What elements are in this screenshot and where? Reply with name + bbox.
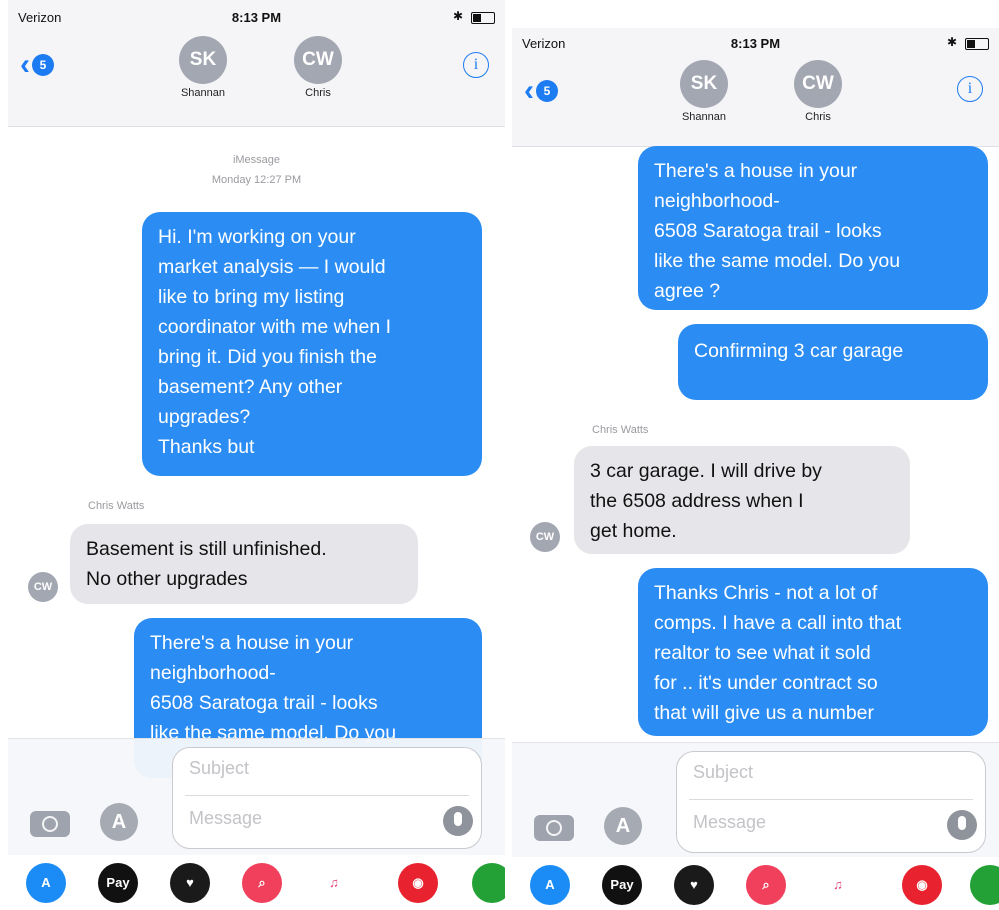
- composer-bar: A Subject Message: [512, 742, 999, 857]
- app-drawer: A Pay ♥ ⌕ ♫ ◉: [512, 857, 999, 910]
- conversation-panel-right: Verizon 8:13 PM ✱ ‹ 5 SK Shannan CW Chri…: [512, 0, 999, 910]
- digital-touch-icon[interactable]: ♥: [170, 863, 210, 903]
- message-text: Hi. I'm working on your market analysis …: [158, 226, 392, 458]
- info-icon[interactable]: i: [463, 52, 489, 78]
- avatar: CW: [294, 36, 342, 84]
- message-input[interactable]: Subject Message: [172, 747, 482, 849]
- app-store-icon[interactable]: A: [530, 865, 570, 905]
- camera-icon[interactable]: [30, 811, 70, 837]
- back-button[interactable]: ‹ 5: [20, 50, 54, 80]
- outgoing-message-bubble[interactable]: Confirming 3 car garage: [678, 324, 988, 400]
- info-icon[interactable]: i: [957, 76, 983, 102]
- images-search-icon[interactable]: ⌕: [746, 865, 786, 905]
- extra-app-icon[interactable]: [970, 865, 999, 905]
- clock-label: 8:13 PM: [730, 36, 781, 51]
- conversation-panel-left: Verizon 8:13 PM ✱ ‹ 5 SK Shannan CW Chri…: [8, 0, 505, 910]
- message-text: 3 car garage. I will drive by the 6508 a…: [590, 460, 822, 542]
- contact-shannan[interactable]: SK Shannan: [163, 36, 243, 99]
- composer-bar: A Subject Message: [8, 738, 505, 855]
- camera-icon[interactable]: [534, 815, 574, 841]
- message-text: There's a house in your neighborhood- 65…: [654, 160, 901, 302]
- incoming-message-bubble[interactable]: Basement is still unfinished. No other u…: [70, 524, 418, 604]
- service-label: iMessage: [232, 154, 281, 166]
- subject-field[interactable]: Subject: [189, 758, 249, 779]
- contact-chris[interactable]: CW Chris: [778, 60, 858, 123]
- battery-icon: [965, 38, 989, 50]
- music-icon[interactable]: ♫: [314, 863, 354, 903]
- navigation-bar: Verizon 8:13 PM ✱ ‹ 5 SK Shannan CW Chri…: [512, 28, 999, 147]
- status-bar: Verizon 8:13 PM ✱: [8, 6, 505, 30]
- unread-badge: 5: [32, 54, 54, 76]
- digital-touch-icon[interactable]: ♥: [674, 865, 714, 905]
- chevron-left-icon: ‹: [524, 74, 534, 107]
- app-store-icon[interactable]: A: [26, 863, 66, 903]
- navigation-bar: Verizon 8:13 PM ✱ ‹ 5 SK Shannan CW Chri…: [8, 0, 505, 127]
- message-field[interactable]: Message: [189, 808, 262, 829]
- extra-app-icon[interactable]: [472, 863, 505, 903]
- back-button[interactable]: ‹ 5: [524, 76, 558, 106]
- divider: [689, 799, 973, 800]
- sender-name: Chris Watts: [592, 424, 649, 436]
- app-store-button[interactable]: A: [604, 807, 642, 845]
- message-text: There's a house in your neighborhood- 65…: [150, 632, 397, 744]
- incoming-message-bubble[interactable]: 3 car garage. I will drive by the 6508 a…: [574, 446, 910, 554]
- contact-name: Chris: [805, 111, 831, 123]
- camera-app-icon[interactable]: ◉: [398, 863, 438, 903]
- sender-name: Chris Watts: [88, 500, 145, 512]
- chevron-left-icon: ‹: [20, 48, 30, 81]
- bluetooth-icon: ✱: [946, 35, 957, 49]
- contact-chris[interactable]: CW Chris: [278, 36, 358, 99]
- subject-field[interactable]: Subject: [693, 762, 753, 783]
- bluetooth-icon: ✱: [452, 9, 463, 23]
- contact-name: Chris: [305, 87, 331, 99]
- sender-avatar: CW: [530, 522, 560, 552]
- message-field[interactable]: Message: [693, 812, 766, 833]
- microphone-icon[interactable]: [443, 806, 473, 836]
- contact-shannan[interactable]: SK Shannan: [664, 60, 744, 123]
- avatar: SK: [179, 36, 227, 84]
- music-icon[interactable]: ♫: [818, 865, 858, 905]
- contact-name: Shannan: [681, 111, 727, 123]
- avatar: SK: [680, 60, 728, 108]
- images-search-icon[interactable]: ⌕: [242, 863, 282, 903]
- clock-label: 8:13 PM: [231, 10, 282, 25]
- avatar: CW: [794, 60, 842, 108]
- unread-badge: 5: [536, 80, 558, 102]
- message-text: Basement is still unfinished. No other u…: [86, 538, 327, 590]
- apple-pay-icon[interactable]: Pay: [602, 865, 642, 905]
- app-store-button[interactable]: A: [100, 803, 138, 841]
- microphone-icon[interactable]: [947, 810, 977, 840]
- outgoing-message-bubble[interactable]: There's a house in your neighborhood- 65…: [638, 146, 988, 310]
- app-drawer: A Pay ♥ ⌕ ♫ ◉: [8, 855, 505, 910]
- battery-icon: [471, 12, 495, 24]
- message-text: Thanks Chris - not a lot of comps. I hav…: [654, 582, 902, 724]
- message-timestamp: Monday 12:27 PM: [211, 174, 302, 186]
- sender-avatar: CW: [28, 572, 58, 602]
- message-input[interactable]: Subject Message: [676, 751, 986, 853]
- camera-app-icon[interactable]: ◉: [902, 865, 942, 905]
- status-bar: Verizon 8:13 PM ✱: [512, 32, 999, 56]
- apple-pay-icon[interactable]: Pay: [98, 863, 138, 903]
- message-text: Confirming 3 car garage: [694, 340, 904, 362]
- divider: [185, 795, 469, 796]
- outgoing-message-bubble[interactable]: Thanks Chris - not a lot of comps. I hav…: [638, 568, 988, 736]
- outgoing-message-bubble[interactable]: Hi. I'm working on your market analysis …: [142, 212, 482, 476]
- contact-name: Shannan: [180, 87, 226, 99]
